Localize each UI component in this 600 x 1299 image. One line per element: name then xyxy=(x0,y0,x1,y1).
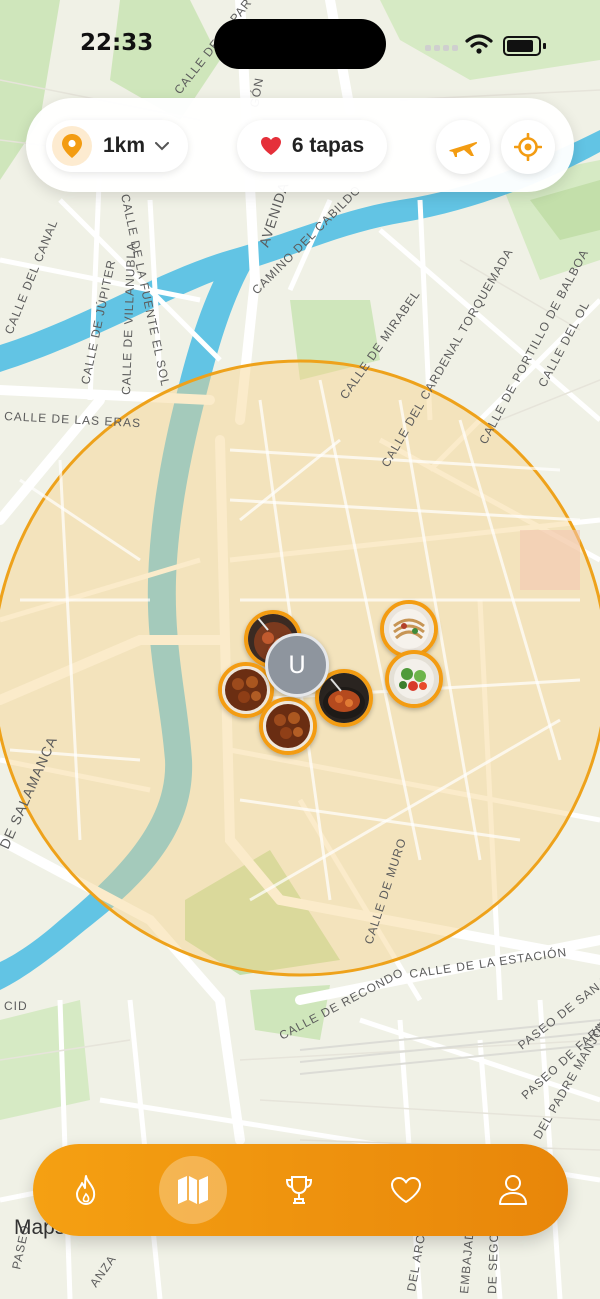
tapa-marker-salad[interactable] xyxy=(385,650,443,708)
airplane-icon xyxy=(449,141,478,157)
tab-favorites[interactable] xyxy=(372,1156,440,1224)
tab-profile[interactable] xyxy=(479,1156,547,1224)
status-bar: 22:33 xyxy=(0,0,600,90)
noodles-dish-image xyxy=(384,604,434,654)
salad-dish-image xyxy=(389,654,439,704)
flame-icon xyxy=(76,1175,96,1205)
wifi-icon xyxy=(465,34,493,54)
user-icon xyxy=(499,1175,527,1205)
chevron-down-icon xyxy=(155,141,170,150)
radius-value: 1km xyxy=(103,134,146,157)
meatballs-dish-image xyxy=(222,666,270,714)
bottom-tab-bar xyxy=(33,1144,568,1236)
tapa-marker-meatballs-2[interactable] xyxy=(259,697,317,755)
meatballs-dish-image xyxy=(263,701,313,751)
map-icon xyxy=(178,1176,208,1204)
dynamic-island xyxy=(214,19,386,69)
tab-map[interactable] xyxy=(159,1156,227,1224)
favorites-count-pill[interactable]: 6 tapas xyxy=(237,120,387,172)
travel-mode-button[interactable] xyxy=(436,120,490,174)
street-label: CID xyxy=(4,999,28,1013)
heart-icon xyxy=(260,137,281,155)
user-location-marker[interactable]: U xyxy=(265,633,329,697)
trophy-icon xyxy=(285,1176,313,1204)
radius-selector[interactable]: 1km xyxy=(46,120,188,172)
cellular-signal-icon xyxy=(425,45,458,51)
favorites-count: 6 tapas xyxy=(291,134,365,157)
stew-dish-image xyxy=(319,673,369,723)
heart-outline-icon xyxy=(391,1177,421,1203)
status-time: 22:33 xyxy=(80,30,154,56)
crosshair-icon xyxy=(514,133,542,161)
tab-trending[interactable] xyxy=(52,1156,120,1224)
top-control-bar: 1km 6 tapas xyxy=(26,98,574,192)
tab-ranking[interactable] xyxy=(265,1156,333,1224)
location-pin-icon xyxy=(52,126,92,166)
recenter-location-button[interactable] xyxy=(501,120,555,174)
battery-icon xyxy=(503,36,546,56)
